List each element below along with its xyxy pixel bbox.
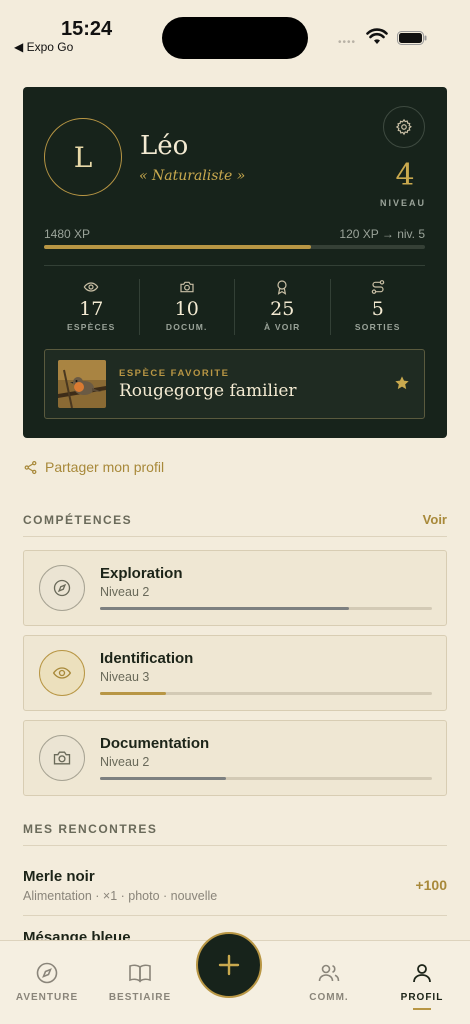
stat-species[interactable]: 17 ESPÈCES [44,279,139,335]
skill-card-documentation[interactable]: Documentation Niveau 2 [23,720,447,796]
skill-progress-fill [100,777,227,780]
skills-see-all-link[interactable]: Voir [423,512,447,527]
skill-level: Niveau 3 [100,670,150,684]
skill-icon-badge [39,650,85,696]
level-label: NIVEAU [379,198,426,208]
stat-label: DOCUM. [165,322,208,332]
stat-label: ESPÈCES [66,322,116,332]
route-icon [371,280,385,294]
section-divider [23,536,447,537]
skill-progress-fill [100,692,167,695]
skill-progress-bar [100,692,432,695]
encounter-xp: +100 [415,877,447,893]
tab-aventure[interactable]: AVENTURE [2,961,92,1003]
tab-profil[interactable]: PROFIL [377,961,467,1010]
star-icon[interactable] [394,375,410,391]
favorite-name: Rougegorge familier [119,381,297,401]
skill-level: Niveau 2 [100,585,150,599]
eye-icon [52,667,72,679]
skill-name: Exploration [100,565,183,582]
skill-progress-bar [100,777,432,780]
camera-icon [53,751,71,765]
gear-icon [395,118,412,136]
share-icon [24,460,37,474]
stat-value: 25 [270,298,295,320]
plus-icon [218,954,240,976]
skill-icon-badge [39,565,85,611]
stat-to-see[interactable]: 25 À VOIR [234,279,330,335]
stat-documented[interactable]: 10 DOCUM. [138,279,235,335]
robin-photo [58,360,106,408]
avatar: L [44,118,122,196]
xp-progress-fill [44,245,311,249]
skill-name: Documentation [100,735,210,752]
stat-label: À VOIR [264,322,301,332]
skill-level: Niveau 2 [100,755,150,769]
add-observation-button[interactable] [196,932,262,998]
tab-label: COMM. [309,992,349,1003]
favorite-label: ESPÈCE FAVORITE [119,368,230,379]
dynamic-island [162,17,308,59]
skills-section-title: COMPÉTENCES [23,513,133,527]
tab-bestiaire[interactable]: BESTIAIRE [95,961,185,1003]
compass-icon [36,962,58,984]
list-divider [23,915,447,916]
eye-icon [83,282,99,292]
skill-progress-fill [100,607,349,610]
share-label: Partager mon profil [45,459,165,475]
xp-total: 1480 XP [44,227,91,241]
user-icon [413,964,431,983]
skill-card-identification[interactable]: Identification Niveau 3 [23,635,447,711]
stat-value: 10 [174,298,199,320]
status-bar: 15:24 ◀ Expo Go •••• [0,0,470,60]
level-value: 4 [395,158,415,193]
tab-label: BESTIAIRE [108,992,172,1003]
tab-communaute[interactable]: COMM. [284,961,374,1003]
tab-label: AVENTURE [15,992,79,1003]
stats-row: 17 ESPÈCES 10 DOCUM. 25 À VOIR 5 SORTIES [44,279,425,335]
battery-icon [397,31,427,45]
skill-icon-badge [39,735,85,781]
skill-progress-bar [100,607,432,610]
encounters-section-title: MES RENCONTRES [23,822,158,836]
profile-name: Léo [140,131,189,161]
encounter-name: Merle noir [23,868,95,885]
back-to-app-link[interactable]: ◀ Expo Go [14,40,73,54]
stat-outings[interactable]: 5 SORTIES [329,279,426,335]
stat-label: SORTIES [354,322,401,332]
profile-card: L Léo « Naturaliste » 4 NIVEAU 1480 XP 1… [23,87,447,438]
book-icon [129,964,151,983]
share-profile-link[interactable]: Partager mon profil [23,459,164,475]
status-time: 15:24 [61,18,113,40]
signal-icon: •••• [338,37,357,48]
tab-label: PROFIL [400,992,444,1003]
award-icon [277,280,287,295]
users-icon [318,964,340,982]
active-tab-indicator [413,1008,431,1010]
camera-icon [180,281,194,293]
section-divider [23,845,447,846]
stat-value: 5 [371,298,384,320]
wifi-icon [366,28,388,44]
xp-progress-bar [44,245,425,249]
skill-card-exploration[interactable]: Exploration Niveau 2 [23,550,447,626]
settings-button[interactable] [383,106,425,148]
encounter-meta: Alimentation · ×1 · photo · nouvelle [23,889,218,903]
xp-next-level: 120 XP → niv. 5 [339,227,425,241]
stat-value: 17 [79,298,104,320]
skill-name: Identification [100,650,194,667]
card-divider [44,265,425,266]
profile-title: « Naturaliste » [139,168,246,184]
favorite-species-card[interactable]: ESPÈCE FAVORITE Rougegorge familier [44,349,425,419]
compass-icon [53,579,71,597]
